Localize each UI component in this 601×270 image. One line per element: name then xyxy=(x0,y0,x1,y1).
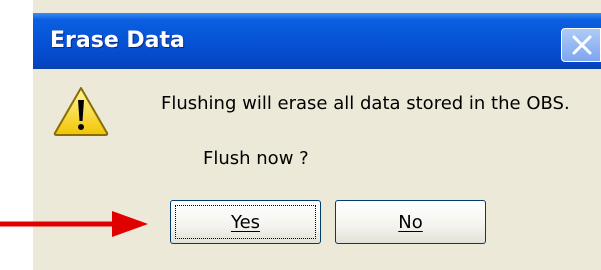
dialog-message: Flushing will erase all data stored in t… xyxy=(161,93,570,114)
yes-button-label: Yes xyxy=(230,211,261,233)
no-button[interactable]: No xyxy=(335,200,486,244)
no-button-label: No xyxy=(398,211,423,233)
title-bar[interactable]: Erase Data xyxy=(33,13,601,69)
dialog-title: Erase Data xyxy=(50,28,185,53)
close-button[interactable] xyxy=(561,28,601,62)
red-arrow-annotation xyxy=(0,211,148,237)
close-icon xyxy=(572,35,592,55)
dialog-question: Flush now ? xyxy=(203,148,309,169)
yes-button[interactable]: Yes xyxy=(170,200,321,244)
warning-icon xyxy=(53,87,109,136)
